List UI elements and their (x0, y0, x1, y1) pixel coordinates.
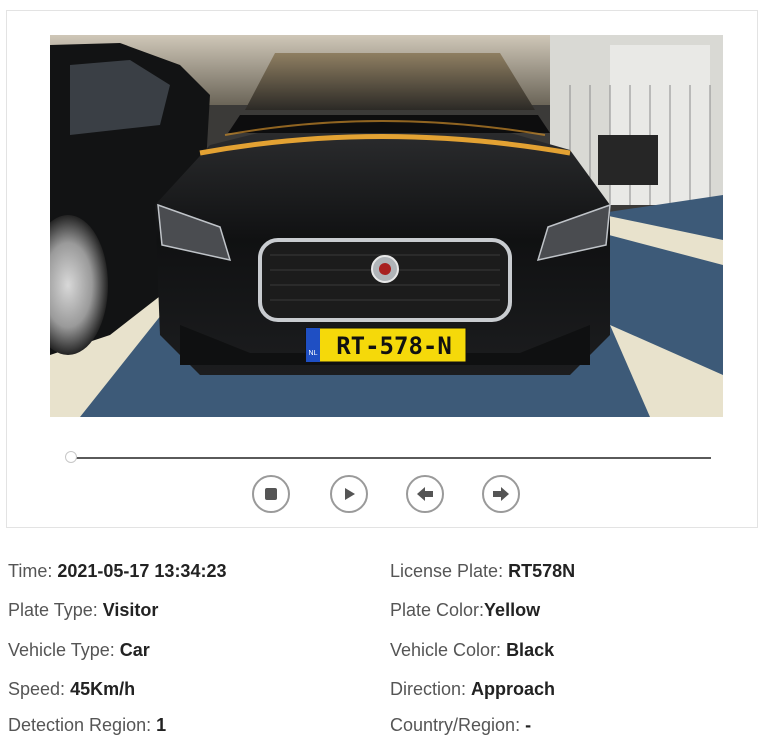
license-plate: NL RT-578-N (305, 327, 467, 363)
detail-label: Plate Color: (390, 600, 485, 620)
detail-value: 45Km/h (70, 679, 136, 699)
detail-label: Plate Type: (8, 600, 103, 620)
play-button[interactable] (330, 475, 368, 513)
timeline-track[interactable] (73, 457, 711, 459)
detail-label: Country/Region: (390, 715, 526, 735)
detail-time: Time: 2021-05-17 13:34:23 (8, 560, 226, 582)
stop-circle-icon (263, 486, 279, 502)
detail-value: - (525, 715, 532, 735)
detail-label: Vehicle Color: (390, 640, 507, 660)
detail-label: Vehicle Type: (8, 640, 120, 660)
detail-value: Yellow (484, 600, 541, 620)
detail-direction: Direction: Approach (390, 678, 555, 700)
arrow-right-circle-icon (492, 486, 510, 502)
timeline-handle[interactable] (65, 451, 77, 463)
detail-vehicle-type: Vehicle Type: Car (8, 639, 150, 661)
detail-vehicle-color: Vehicle Color: Black (390, 639, 554, 661)
detail-detection-region: Detection Region: 1 (8, 714, 166, 736)
stop-button[interactable] (252, 475, 290, 513)
detail-label: Direction: (390, 679, 472, 699)
detail-value: 2021-05-17 13:34:23 (57, 561, 227, 581)
detail-value: Visitor (102, 600, 159, 620)
detail-plate-color: Plate Color:Yellow (390, 599, 540, 621)
detail-license-plate: License Plate: RT578N (390, 560, 575, 582)
play-circle-icon (341, 486, 357, 502)
detail-label: License Plate: (390, 561, 509, 581)
detail-country-region: Country/Region: - (390, 714, 531, 736)
detail-speed: Speed: 45Km/h (8, 678, 135, 700)
detail-value: 1 (156, 715, 167, 735)
previous-frame-button[interactable] (406, 475, 444, 513)
detail-value: Approach (471, 679, 556, 699)
plate-text: RT-578-N (336, 332, 452, 360)
vehicle-snapshot-image: NL RT-578-N (50, 35, 723, 417)
playback-timeline[interactable] (65, 451, 711, 467)
detail-plate-type: Plate Type: Visitor (8, 599, 158, 621)
detail-label: Speed: (8, 679, 71, 699)
plate-country-code: NL (309, 350, 318, 357)
playback-controls (7, 475, 757, 515)
next-frame-button[interactable] (482, 475, 520, 513)
video-player-panel: NL RT-578-N (6, 10, 758, 528)
detail-value: Car (119, 640, 150, 660)
detail-label: Time: (8, 561, 58, 581)
detail-value: Black (506, 640, 555, 660)
detail-label: Detection Region: (8, 715, 157, 735)
arrow-left-circle-icon (416, 486, 434, 502)
detail-value: RT578N (508, 561, 576, 581)
